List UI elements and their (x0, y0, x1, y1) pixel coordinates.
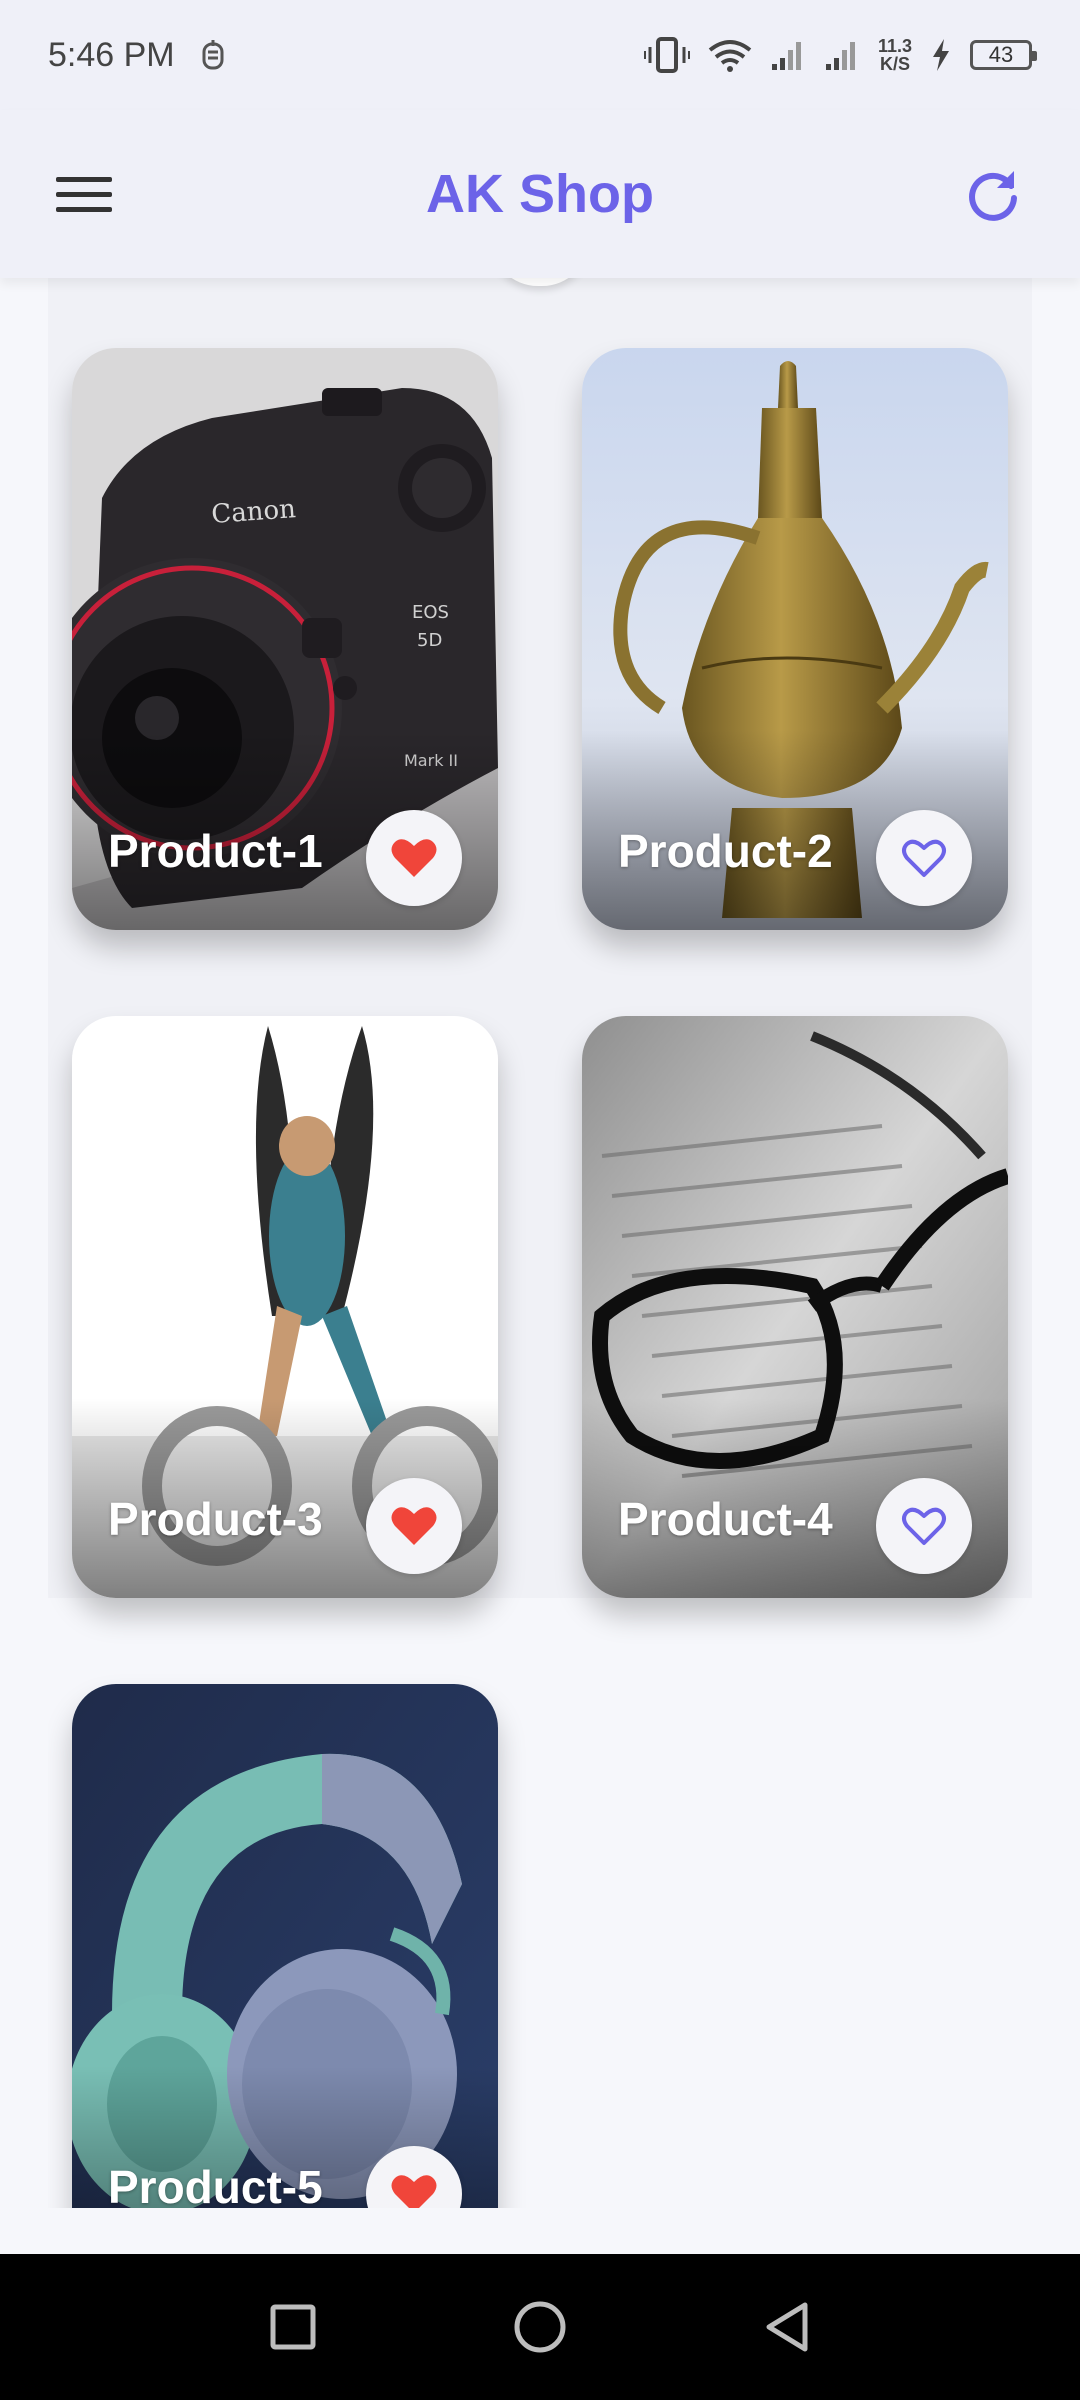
status-bar: 5:46 PM 11.3 K/S 43 (0, 0, 1080, 110)
charging-icon (930, 38, 952, 72)
product-card-2[interactable]: Product-2 (582, 348, 1008, 930)
svg-text:5D: 5D (417, 630, 442, 651)
product-name: Product-1 (108, 825, 323, 877)
battery-icon: 43 (970, 40, 1037, 70)
favorite-button[interactable] (876, 1478, 972, 1574)
signal-2-icon (824, 38, 860, 72)
square-icon[interactable] (253, 2287, 333, 2367)
status-right: 11.3 K/S 43 (643, 37, 1037, 73)
heart-filled-icon (391, 1507, 437, 1545)
svg-text:Canon: Canon (210, 494, 297, 530)
screen: 5:46 PM 11.3 K/S 43 AK Shop Canon EOS 5D… (0, 0, 1080, 2400)
product-name: Product-2 (618, 825, 833, 877)
system-nav-bar (0, 2254, 1080, 2400)
heart-filled-icon (391, 2175, 437, 2208)
product-name: Product-4 (618, 1493, 833, 1545)
app-bar: AK Shop (0, 110, 1080, 278)
signal-1-icon (770, 38, 806, 72)
heart-outline-icon (902, 1507, 946, 1545)
vibrate-icon (643, 37, 690, 73)
hamburger-menu-icon[interactable] (56, 166, 112, 222)
svg-text:EOS: EOS (412, 602, 449, 623)
product-grid[interactable]: Canon EOS 5D Mark II Product-1 (48, 278, 1032, 2208)
triangle-back-icon[interactable] (747, 2287, 827, 2367)
favorite-button[interactable] (366, 810, 462, 906)
heart-outline-icon (902, 839, 946, 877)
status-left: 5:46 PM (48, 36, 227, 75)
data-saver-icon (199, 38, 227, 72)
refresh-icon[interactable] (962, 163, 1024, 225)
favorite-button[interactable] (366, 1478, 462, 1574)
heart-filled-icon (391, 839, 437, 877)
status-time: 5:46 PM (48, 35, 175, 74)
wifi-icon (708, 38, 752, 72)
product-name: Product-3 (108, 1493, 323, 1545)
product-card-3[interactable]: Product-3 (72, 1016, 498, 1598)
product-name: Product-5 (108, 2161, 323, 2208)
network-speed-unit: K/S (879, 54, 910, 74)
favorite-button[interactable] (876, 810, 972, 906)
product-card-1[interactable]: Canon EOS 5D Mark II Product-1 (72, 348, 498, 930)
circle-icon[interactable] (500, 2287, 580, 2367)
product-card-5[interactable]: Product-5 (72, 1684, 498, 2208)
network-speed: 11.3 K/S (878, 37, 912, 73)
product-card-4[interactable]: Product-4 (582, 1016, 1008, 1598)
network-speed-value: 11.3 (877, 36, 912, 56)
battery-level: 43 (988, 42, 1014, 67)
page-title: AK Shop (426, 164, 654, 224)
